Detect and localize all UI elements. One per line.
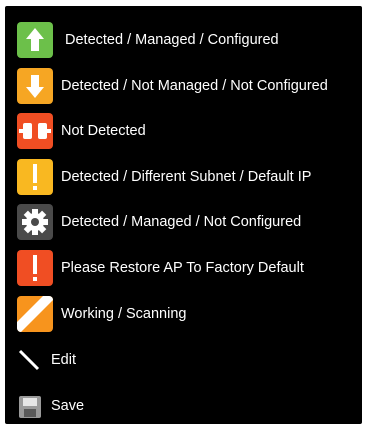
legend-label: Detected / Managed / Configured: [65, 32, 279, 48]
status-legend-panel: Detected / Managed / Configured Detected…: [5, 6, 362, 424]
legend-label: Detected / Different Subnet / Default IP: [61, 169, 312, 185]
legend-label: Save: [51, 398, 85, 414]
legend-label: Working / Scanning: [61, 306, 187, 322]
legend-item-edit: Edit: [5, 342, 362, 378]
legend-label: Detected / Not Managed / Not Configured: [61, 78, 328, 94]
legend-label: Detected / Managed / Not Configured: [61, 214, 302, 230]
legend-item-not-detected: Not Detected: [5, 113, 362, 149]
legend-item-different-subnet: Detected / Different Subnet / Default IP: [5, 159, 362, 195]
legend-item-working-scanning: Working / Scanning: [5, 296, 362, 332]
exclamation-icon: [17, 159, 53, 195]
disconnected-icon: [17, 113, 53, 149]
arrow-down-icon: [17, 68, 53, 104]
legend-item-restore-default: Please Restore AP To Factory Default: [5, 250, 362, 286]
legend-item-managed-not-configured: Detected / Managed / Not Configured: [5, 204, 362, 240]
legend-item-not-managed: Detected / Not Managed / Not Configured: [5, 68, 362, 104]
legend-item-save: Save: [5, 388, 362, 424]
pencil-icon: [17, 346, 43, 374]
legend-label: Please Restore AP To Factory Default: [61, 260, 304, 276]
legend-label: Edit: [51, 352, 76, 368]
floppy-disk-icon: [17, 392, 43, 420]
scanning-stripes-icon: [17, 296, 53, 332]
exclamation-icon: [17, 250, 53, 286]
legend-label: Not Detected: [61, 123, 146, 139]
legend-item-managed-configured: Detected / Managed / Configured: [5, 22, 362, 58]
gear-icon: [17, 204, 53, 240]
arrow-up-icon: [17, 22, 53, 58]
